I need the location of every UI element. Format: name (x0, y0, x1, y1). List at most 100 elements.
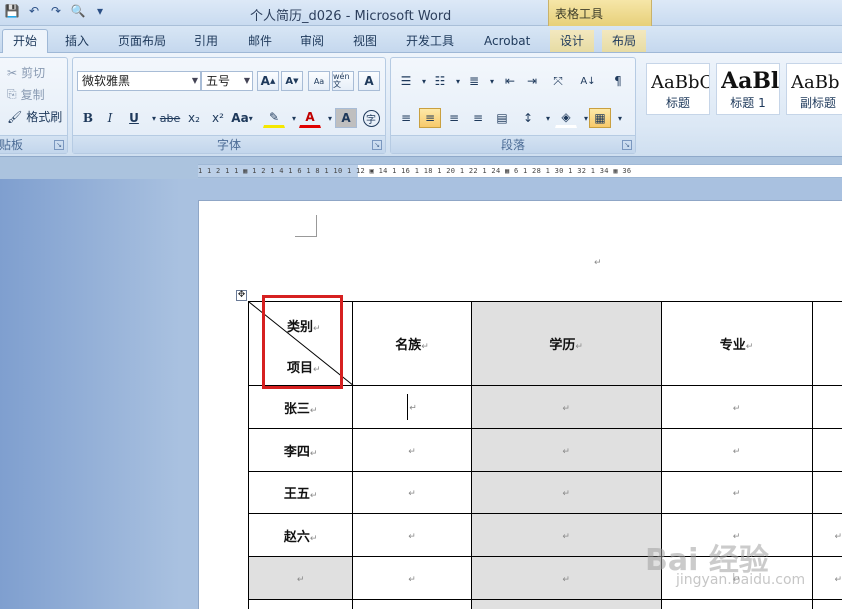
redo-icon[interactable]: ↷ (48, 3, 64, 19)
tab-review[interactable]: 审阅 (290, 30, 334, 52)
clear-format-icon[interactable]: Aa (308, 71, 330, 91)
borders-icon[interactable]: ▦ (589, 108, 611, 128)
format-painter-button[interactable]: 🖌 格式刷 (7, 108, 62, 125)
italic-button[interactable]: I (99, 108, 121, 128)
copy-button[interactable]: ⎘ 复制 (7, 86, 45, 103)
justify-icon[interactable]: ≡ (467, 108, 489, 128)
font-launcher-icon[interactable]: ↘ (372, 140, 382, 150)
style-title[interactable]: AaBbC 标题 (646, 63, 710, 115)
table-move-handle-icon[interactable]: ✥ (236, 290, 247, 301)
row-header-cell[interactable]: ↵ (247, 556, 354, 600)
table-tools-label: 表格工具 (555, 7, 604, 21)
table-cell[interactable]: ↵ (352, 556, 472, 600)
table-cell[interactable]: ↵ (470, 513, 662, 557)
table-cell[interactable]: ↵ (352, 428, 472, 472)
table-cell[interactable]: ↵ (470, 428, 662, 472)
increase-indent-icon[interactable]: ⇥ (521, 71, 543, 91)
tab-layout[interactable]: 布局 (602, 30, 647, 52)
underline-button[interactable]: U (123, 108, 145, 128)
character-border-button[interactable]: A (358, 71, 380, 91)
table-cell[interactable]: ↵ (352, 471, 472, 514)
table-cell[interactable]: ↵ (811, 513, 842, 557)
tab-developer[interactable]: 开发工具 (396, 30, 464, 52)
table-cell[interactable]: ↵ (660, 428, 813, 472)
window-title: 个人简历_d026 - Microsoft Word (250, 9, 452, 24)
tab-insert[interactable]: 插入 (55, 30, 99, 52)
chinese-layout-icon[interactable]: ⤧ (547, 71, 569, 91)
undo-icon[interactable]: ↶ (26, 3, 42, 19)
tab-references[interactable]: 引用 (184, 30, 228, 52)
grow-font-button[interactable]: A ▲ (257, 71, 279, 91)
bold-button[interactable]: B (77, 108, 99, 128)
table-cell[interactable] (811, 428, 842, 472)
horizontal-ruler[interactable]: 1 1 2 1 1 ▦ 1 2 1 4 1 6 1 8 1 10 1 12 ▣ … (198, 164, 842, 178)
table-cell[interactable]: ↵ (660, 385, 813, 429)
tab-home[interactable]: 开始 (2, 29, 49, 54)
borders-dropdown-icon[interactable]: ▾ (609, 108, 631, 128)
tab-design[interactable]: 设计 (550, 30, 595, 52)
save-icon[interactable]: 💾 (4, 3, 20, 19)
row-header-cell[interactable]: 王五↵ (247, 471, 354, 514)
table-cell[interactable] (811, 301, 842, 386)
subscript-button[interactable]: x₂ (183, 108, 205, 128)
phonetic-guide-button[interactable]: wén 文 (332, 71, 354, 91)
row-header-cell[interactable]: 张三↵ (247, 385, 354, 429)
title-bar: 💾 ↶ ↷ 🔍 ▾ 个人简历_d026 - Microsoft Word 表格工… (0, 0, 842, 26)
tab-acrobat[interactable]: Acrobat (474, 30, 540, 52)
font-color-button[interactable]: A (299, 108, 321, 128)
paragraph-group: ☰ ▾ ☷ ▾ ≣ ▾ ⇤ ⇥ ⤧ A↓ ¶ ≡ ≡ ≡ ≡ ▤ ↕ ▾ ◈ ▾… (390, 57, 636, 154)
highlight-color-button[interactable]: ✎ (263, 108, 285, 128)
column-header[interactable]: 名族↵ (352, 301, 472, 386)
table-cell[interactable]: ↵ (352, 513, 472, 557)
align-left-icon[interactable]: ≡ (395, 108, 417, 128)
font-name-combo[interactable]: 微软雅黑 ▼ (77, 71, 201, 91)
print-preview-icon[interactable]: 🔍 (70, 3, 86, 19)
table-cell[interactable]: ↵ (470, 385, 662, 429)
red-annotation-box (262, 295, 343, 389)
column-header[interactable]: 学历↵ (470, 301, 662, 386)
table-cell[interactable]: ↵ (811, 556, 842, 600)
row-header-cell[interactable]: 赵六↵ (247, 513, 354, 557)
tab-view[interactable]: 视图 (343, 30, 387, 52)
ribbon-tabs: 开始 插入 页面布局 引用 邮件 审阅 视图 开发工具 Acrobat 设计 布… (0, 26, 842, 54)
table-cell[interactable] (660, 599, 813, 609)
shading-bucket-icon[interactable]: ◈ (555, 108, 577, 128)
quick-access-toolbar: 💾 ↶ ↷ 🔍 ▾ (4, 3, 108, 19)
paragraph-launcher-icon[interactable]: ↘ (622, 140, 632, 150)
character-shading-button[interactable]: A (335, 108, 357, 128)
column-header[interactable]: 专业↵ (660, 301, 813, 386)
table-cell[interactable] (247, 599, 354, 609)
show-marks-icon[interactable]: ¶ (607, 71, 629, 91)
clipboard-launcher-icon[interactable]: ↘ (54, 140, 64, 150)
table-cell[interactable] (811, 599, 842, 609)
style-heading-1[interactable]: AaBl 标题 1 (716, 63, 780, 115)
align-right-icon[interactable]: ≡ (443, 108, 465, 128)
decrease-indent-icon[interactable]: ⇤ (499, 71, 521, 91)
table-cell[interactable]: ↵ (352, 385, 472, 429)
table-cell[interactable]: ↵ (660, 471, 813, 514)
tab-mailings[interactable]: 邮件 (238, 30, 282, 52)
cut-button[interactable]: ✂ 剪切 (7, 64, 45, 81)
table-cell[interactable]: ↵ (470, 556, 662, 600)
enclose-character-button[interactable]: 字 (360, 108, 382, 128)
qat-customize-icon[interactable]: ▾ (92, 3, 108, 19)
strikethrough-button[interactable]: abe (159, 108, 181, 128)
table-cell[interactable] (811, 385, 842, 429)
font-size-combo[interactable]: 五号 ▼ (201, 71, 253, 91)
table-row: 王五↵ ↵ ↵ ↵ (247, 471, 842, 514)
row-header-cell[interactable]: 李四↵ (247, 428, 354, 472)
table-cell[interactable] (470, 599, 662, 609)
line-spacing-icon[interactable]: ↕ (517, 108, 539, 128)
tab-page-layout[interactable]: 页面布局 (108, 30, 176, 52)
change-case-button[interactable]: Aa ▾ (231, 108, 253, 128)
sort-icon[interactable]: A↓ (577, 71, 599, 91)
distribute-icon[interactable]: ▤ (491, 108, 513, 128)
shrink-font-button[interactable]: A ▼ (281, 71, 303, 91)
table-cell[interactable] (811, 471, 842, 514)
align-center-icon[interactable]: ≡ (419, 108, 441, 128)
style-subtitle[interactable]: AaBb 副标题 (786, 63, 842, 115)
table-cell[interactable]: ↵ (470, 471, 662, 514)
paragraph-group-label: 段落 (391, 135, 635, 153)
table-cell[interactable] (352, 599, 472, 609)
superscript-button[interactable]: x² (207, 108, 229, 128)
